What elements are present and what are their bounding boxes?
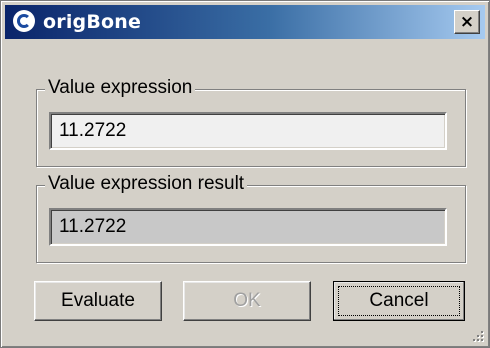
dialog-window: origBone × Value expression 11.2722 Valu… (0, 0, 490, 348)
value-expression-group: Value expression 11.2722 (36, 76, 466, 167)
app-logo-icon (13, 10, 35, 32)
cancel-button[interactable]: Cancel (333, 281, 465, 321)
value-expression-input[interactable]: 11.2722 (49, 112, 447, 150)
value-result-label: Value expression result (45, 172, 248, 196)
value-result-field: 11.2722 (49, 208, 447, 246)
evaluate-button[interactable]: Evaluate (34, 281, 162, 321)
close-icon: × (459, 11, 475, 32)
value-result-group: Value expression result 11.2722 (36, 172, 466, 263)
ok-button[interactable]: OK (183, 281, 311, 321)
title-bar[interactable]: origBone × (5, 5, 485, 39)
window-title: origBone (43, 11, 142, 33)
resize-grip-icon[interactable] (469, 327, 485, 343)
value-expression-label: Value expression (45, 76, 196, 100)
focus-rectangle (338, 286, 460, 316)
close-button[interactable]: × (454, 10, 480, 34)
